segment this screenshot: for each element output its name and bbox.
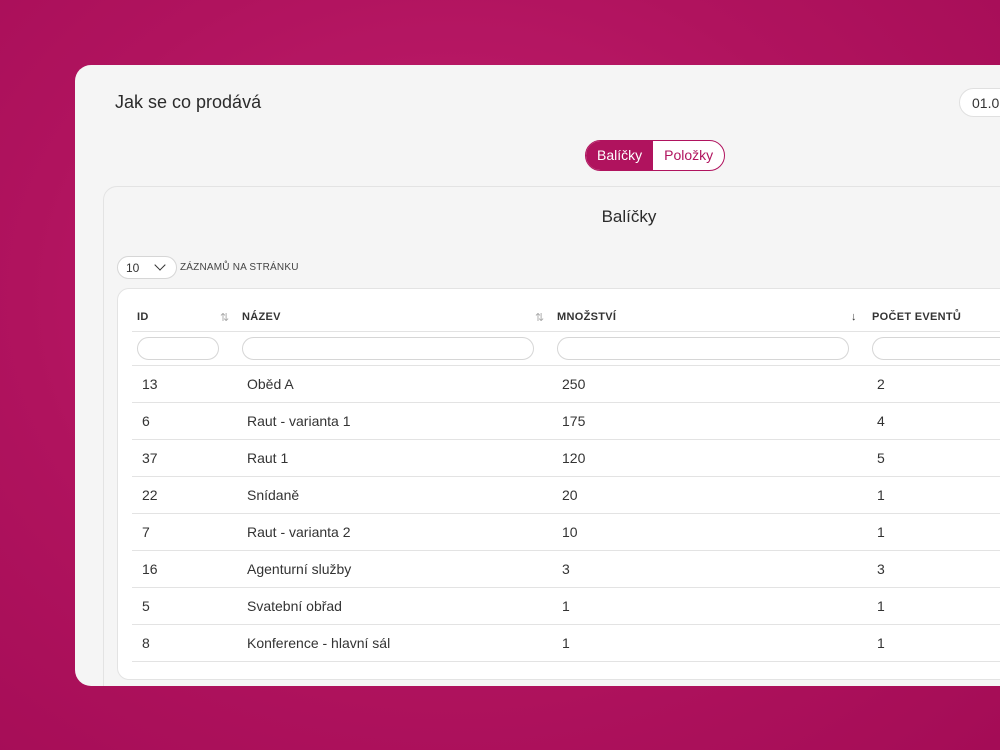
cell-event-count: 1	[877, 524, 885, 540]
page-size-select[interactable]: 10	[117, 256, 177, 279]
cell-id: 22	[142, 487, 158, 503]
cell-quantity: 250	[562, 376, 586, 392]
cell-id: 37	[142, 450, 158, 466]
table-row[interactable]: 22 Snídaně 20 1	[132, 477, 1000, 514]
cell-event-count: 5	[877, 450, 885, 466]
toggle-balicky[interactable]: Balíčky	[586, 141, 654, 170]
cell-name: Snídaně	[247, 487, 300, 503]
toggle-polozky[interactable]: Položky	[653, 141, 724, 170]
column-header-quantity[interactable]: MNOŽSTVÍ	[557, 311, 616, 323]
filter-input-quantity[interactable]	[557, 337, 849, 360]
cell-name: Svatební obřad	[247, 598, 342, 614]
view-toggle: Balíčky Položky	[585, 140, 726, 171]
page-size-value: 10	[126, 261, 140, 275]
table-row[interactable]: 5 Svatební obřad 1 1	[132, 588, 1000, 625]
sort-desc-icon[interactable]: ↓	[851, 311, 857, 323]
page-title: Jak se co prodává	[115, 92, 262, 112]
panel-title: Balíčky	[601, 207, 657, 226]
cell-event-count: 2	[877, 376, 885, 392]
cell-quantity: 175	[562, 413, 586, 429]
table-row[interactable]: 8 Konference - hlavní sál 1 1	[132, 625, 1000, 662]
cell-id: 8	[142, 635, 150, 651]
cell-id: 7	[142, 524, 150, 540]
cell-quantity: 1	[562, 635, 570, 651]
sort-icon[interactable]: ⇅	[535, 311, 544, 324]
cell-event-count: 1	[877, 598, 885, 614]
cell-event-count: 1	[877, 635, 885, 651]
filter-input-name[interactable]	[242, 337, 534, 360]
cell-quantity: 1	[562, 598, 570, 614]
table-row[interactable]: 7 Raut - varianta 2 10 1	[132, 514, 1000, 551]
column-header-name[interactable]: NÁZEV	[242, 311, 281, 323]
cell-name: Raut 1	[247, 450, 289, 466]
cell-id: 6	[142, 413, 150, 429]
cell-event-count: 4	[877, 413, 885, 429]
report-card: Jak se co prodává 01.01 Balíčky Položky …	[75, 65, 1000, 686]
page-size-label: ZÁZNAMŮ NA STRÁNKU	[180, 262, 299, 273]
column-header-id[interactable]: ID	[137, 311, 149, 323]
table-row[interactable]: 13 Oběd A 250 2	[132, 366, 1000, 403]
header-divider	[132, 331, 1000, 332]
table-row[interactable]: 6 Raut - varianta 1 175 4	[132, 403, 1000, 440]
cell-quantity: 120	[562, 450, 586, 466]
cell-id: 16	[142, 561, 158, 577]
cell-id: 13	[142, 376, 158, 392]
packages-panel: Balíčky 10 ZÁZNAMŮ NA STRÁNKU ID ⇅ NÁZEV…	[103, 186, 1000, 686]
cell-name: Agenturní služby	[247, 561, 352, 577]
cell-id: 5	[142, 598, 150, 614]
cell-quantity: 3	[562, 561, 570, 577]
cell-name: Konference - hlavní sál	[247, 635, 391, 651]
table-row[interactable]: 16 Agenturní služby 3 3	[132, 551, 1000, 588]
table-row[interactable]: 37 Raut 1 120 5	[132, 440, 1000, 477]
cell-name: Raut - varianta 1	[247, 413, 351, 429]
cell-quantity: 20	[562, 487, 578, 503]
cell-event-count: 3	[877, 561, 885, 577]
cell-quantity: 10	[562, 524, 578, 540]
sort-icon[interactable]: ⇅	[220, 311, 229, 324]
cell-event-count: 1	[877, 487, 885, 503]
column-header-event-count[interactable]: POČET EVENTŮ	[872, 311, 961, 323]
cell-name: Oběd A	[247, 376, 294, 392]
data-table: ID ⇅ NÁZEV ⇅ MNOŽSTVÍ ↓ POČET EVENTŮ 13 …	[117, 288, 1000, 680]
chevron-down-icon	[154, 259, 166, 271]
cell-name: Raut - varianta 2	[247, 524, 351, 540]
date-range-picker[interactable]: 01.01	[959, 88, 1000, 117]
filter-input-event-count[interactable]	[872, 337, 1000, 360]
filter-input-id[interactable]	[137, 337, 219, 360]
